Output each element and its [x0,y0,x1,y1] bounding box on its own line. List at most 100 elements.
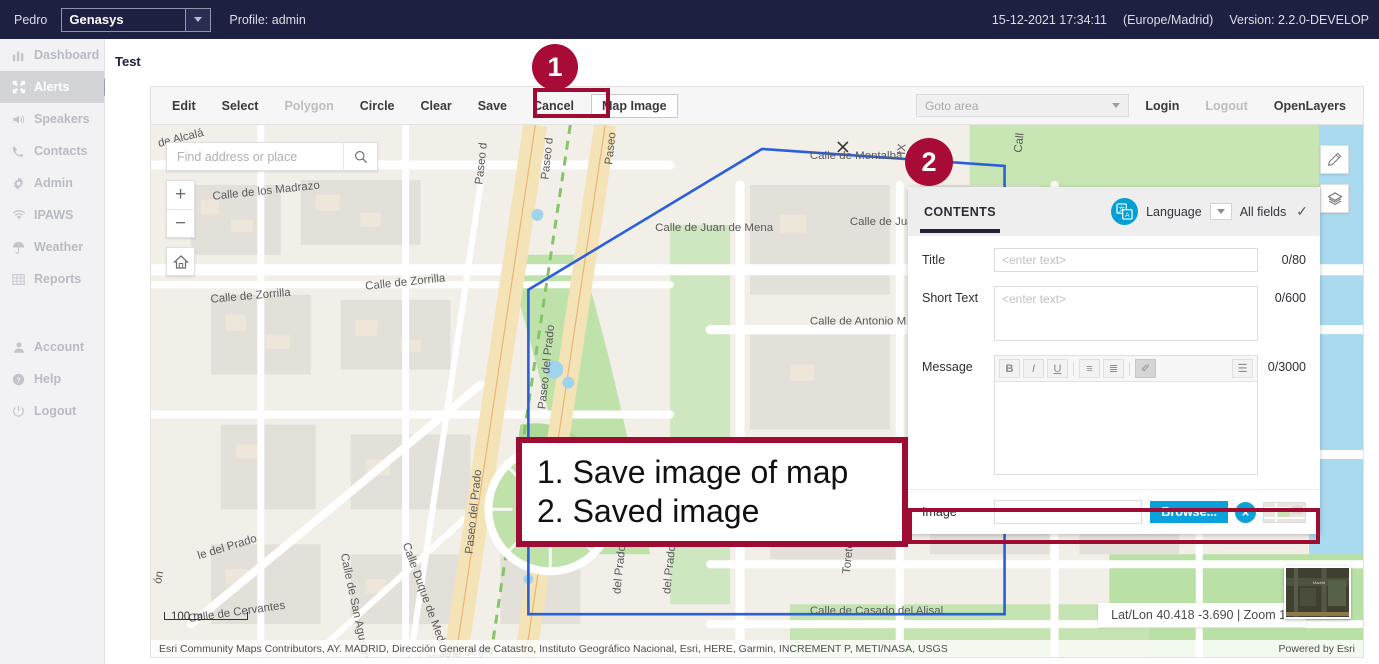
map-scale-bar: 100 m [164,609,248,623]
sidebar-item-logout[interactable]: Logout [0,395,104,427]
attribution-text: Esri Community Maps Contributors, AY. MA… [159,642,948,655]
italic-icon[interactable]: I [1023,359,1044,378]
edit-button[interactable]: Edit [163,95,205,117]
search-icon[interactable] [343,143,377,170]
sidebar-item-ipaws[interactable]: IPAWS [0,199,104,231]
user-icon [9,341,28,354]
application-window: Pedro Genasys Profile: admin 15-12-2021 … [0,0,1379,664]
align-icon[interactable]: ☰ [1232,359,1253,378]
zoom-out-button[interactable]: − [167,209,194,237]
clear-format-icon[interactable]: ✐ [1135,359,1156,378]
message-field-row: Message B I U ≡ ≣ ✐ ☰ 0/3000 [922,355,1306,475]
organization-value: Genasys [69,12,124,27]
rich-text-editor[interactable]: B I U ≡ ≣ ✐ ☰ [994,355,1258,475]
top-bar-right: 15-12-2021 17:34:11 (Europe/Madrid) Vers… [992,13,1369,27]
sidebar-item-label: Admin [34,176,73,190]
sidebar-item-label: Logout [34,404,77,418]
map-toolbar: Edit Select Polygon Circle Clear Save Ca… [150,86,1364,124]
speaker-icon [9,113,28,126]
powered-by-label: Powered by Esri [1278,642,1355,655]
clear-button[interactable]: Clear [412,95,461,117]
contents-panel-header: CONTENTS 文 A Language All fields ✓ [908,187,1320,236]
map-login-button[interactable]: Login [1136,95,1188,117]
circle-button[interactable]: Circle [351,95,404,117]
home-button[interactable] [166,247,195,276]
umbrella-icon [9,241,28,254]
contents-panel-header-right: 文 A Language All fields ✓ [1111,198,1308,225]
toolbar-separator [1073,361,1074,376]
sidebar-item-help[interactable]: ? Help [0,363,104,395]
annotation-highlight-map-image [533,88,610,118]
measure-button[interactable] [1320,145,1349,174]
all-fields-checkbox[interactable]: ✓ [1296,203,1308,220]
annotation-badge-2: 2 [905,138,953,186]
sidebar-item-alerts[interactable]: Alerts [0,71,114,103]
gear-icon [9,176,28,190]
sidebar-item-label: Contacts [34,144,88,158]
chevron-down-icon[interactable] [185,8,211,31]
organization-select[interactable]: Genasys [61,7,212,32]
language-select[interactable] [1209,203,1232,220]
sidebar-item-label: Help [34,372,62,386]
svg-text:?: ? [16,375,21,384]
map-attribution: Esri Community Maps Contributors, AY. MA… [151,640,1363,657]
short-text-label: Short Text [922,291,979,305]
translate-icon[interactable]: 文 A [1111,198,1139,225]
sidebar-item-account[interactable]: Account [0,331,104,363]
zoom-in-button[interactable]: + [167,181,194,209]
short-text-input[interactable]: <enter text> [994,286,1258,341]
alerts-expand-icon [9,80,28,94]
profile-label: Profile: admin [229,12,306,27]
rich-text-toolbar: B I U ≡ ≣ ✐ ☰ [995,356,1257,382]
tab-contents[interactable]: CONTENTS [920,205,1000,233]
sidebar-item-label: Alerts [34,80,70,94]
svg-text:A: A [1125,212,1130,219]
overview-minimap[interactable]: Madrid [1284,566,1351,619]
sidebar-item-label: Account [34,340,84,354]
title-counter: 0/80 [1281,253,1306,267]
username-label: Pedro [14,12,48,27]
polygon-button: Polygon [275,95,342,117]
sidebar-item-speakers[interactable]: Speakers [0,103,104,135]
power-icon [9,405,28,418]
timezone-label: (Europe/Madrid) [1123,12,1214,27]
pencil-icon [1327,152,1342,167]
message-input[interactable] [995,382,1257,474]
layers-button[interactable] [1320,184,1349,213]
bullet-list-icon[interactable]: ≣ [1103,359,1124,378]
latlon-zoom-readout: Lat/Lon 40.418 -3.690 | Zoom 16 [1098,603,1306,627]
map-logout-button: Logout [1196,95,1256,117]
message-control: B I U ≡ ≣ ✐ ☰ [994,355,1258,475]
zoom-controls[interactable]: + − [166,180,195,238]
annotation-highlight-image-row [908,508,1320,544]
annotation-badge-1: 1 [532,44,578,90]
chevron-down-icon [1112,103,1120,108]
sidebar-item-dashboard[interactable]: Dashboard [0,39,104,71]
underline-icon[interactable]: U [1047,359,1068,378]
sidebar-item-admin[interactable]: Admin [0,167,104,199]
sidebar-item-contacts[interactable]: Contacts [0,135,104,167]
short-text-counter: 0/600 [1274,291,1306,305]
bold-icon[interactable]: B [999,359,1020,378]
question-circle-icon: ? [9,373,28,386]
select-button[interactable]: Select [213,95,268,117]
sidebar-item-weather[interactable]: Weather [0,231,104,263]
ordered-list-icon[interactable]: ≡ [1079,359,1100,378]
openlayers-button[interactable]: OpenLayers [1265,95,1355,117]
map-search-box[interactable]: Find address or place [166,142,378,171]
phone-icon [9,145,28,158]
sidebar-item-reports[interactable]: Reports [0,263,104,295]
page-title: Test [115,54,141,69]
sidebar: Dashboard Alerts Speakers Contacts Admin… [0,39,114,664]
sidebar-item-label: Reports [34,272,82,286]
annotation-line-2: 2. Saved image [537,493,760,529]
language-label: Language [1146,204,1202,219]
goto-area-select[interactable]: Goto area [916,94,1129,117]
minimap-image: Madrid [1286,568,1349,617]
annotation-callout-box: 1. Save image of map 2. Saved image [516,437,908,547]
save-button[interactable]: Save [469,95,516,117]
title-control: <enter text> [994,248,1258,272]
title-input[interactable]: <enter text> [994,248,1258,272]
layers-icon [1326,192,1343,205]
